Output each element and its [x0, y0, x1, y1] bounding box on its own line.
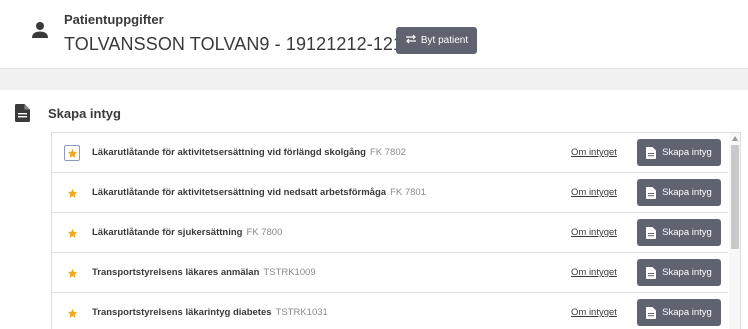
patient-section-title: Patientuppgifter [64, 12, 164, 27]
certificate-code: FK 7802 [369, 147, 406, 158]
create-certificate-button[interactable]: Skapa intyg [637, 179, 721, 206]
scrollbar-thumb[interactable] [731, 145, 739, 249]
favorite-toggle[interactable] [64, 185, 80, 201]
create-certificate-button[interactable]: Skapa intyg [637, 219, 721, 246]
favorite-toggle[interactable] [64, 305, 80, 321]
favorite-toggle[interactable] [64, 265, 80, 281]
person-icon [30, 20, 50, 40]
about-certificate-link[interactable]: Om intyget [571, 307, 617, 318]
about-certificate-link[interactable]: Om intyget [571, 227, 617, 238]
certificate-list: Läkarutlåtande för aktivitetsersättning … [51, 132, 741, 329]
certificate-row: Läkarutlåtande för sjukersättning FK 7800… [52, 213, 728, 253]
favorite-toggle[interactable] [64, 225, 80, 241]
certificate-row: Läkarutlåtande för aktivitetsersättning … [52, 133, 728, 173]
document-icon [15, 104, 30, 122]
certificate-code: FK 7801 [390, 187, 426, 198]
certificate-row: Transportstyrelsens läkares anmälan TSTRK… [52, 253, 728, 293]
document-icon [646, 266, 657, 279]
create-certificate-button[interactable]: Skapa intyg [637, 299, 721, 326]
favorite-toggle[interactable] [64, 145, 80, 161]
switch-patient-button[interactable]: Byt patient [396, 27, 477, 54]
section-title: Skapa intyg [48, 106, 121, 121]
certificate-name: Läkarutlåtande för aktivitetsersättning … [92, 187, 387, 198]
create-certificate-button[interactable]: Skapa intyg [637, 259, 721, 286]
certificate-name: Läkarutlåtande för aktivitetsersättning … [92, 147, 366, 158]
create-certificate-label: Skapa intyg [662, 147, 712, 158]
certificate-name: Läkarutlåtande för sjukersättning [92, 227, 243, 238]
list-scrollbar[interactable] [729, 133, 740, 329]
create-certificate-label: Skapa intyg [662, 187, 712, 198]
certificate-code: FK 7800 [246, 227, 283, 238]
star-icon [67, 308, 77, 318]
create-certificate-section: Skapa intyg Läkarutlåtande för aktivitet… [0, 90, 748, 329]
star-icon [67, 148, 77, 158]
star-icon [67, 188, 77, 198]
about-certificate-link[interactable]: Om intyget [571, 187, 617, 198]
star-icon [67, 228, 77, 238]
create-certificate-label: Skapa intyg [662, 267, 712, 278]
star-icon [67, 268, 77, 278]
about-certificate-link[interactable]: Om intyget [571, 147, 617, 158]
document-icon [646, 226, 657, 239]
document-icon [646, 186, 657, 199]
document-icon [646, 306, 657, 319]
patient-name-and-id: TOLVANSSON TOLVAN9 - 19121212-1212 [64, 34, 414, 54]
patient-header: Patientuppgifter TOLVANSSON TOLVAN9 - 19… [0, 0, 748, 68]
swap-arrows-icon [405, 34, 417, 47]
certificate-code: TSTRK1031 [275, 307, 328, 318]
scroll-up-arrow-icon[interactable] [732, 136, 738, 141]
certificate-row: Transportstyrelsens läkarintyg diabetes T… [52, 293, 728, 329]
create-certificate-label: Skapa intyg [662, 307, 712, 318]
certificate-row: Läkarutlåtande för aktivitetsersättning … [52, 173, 728, 213]
header-divider-band [0, 68, 748, 90]
switch-patient-label: Byt patient [420, 35, 469, 46]
create-certificate-button[interactable]: Skapa intyg [637, 139, 721, 166]
certificate-name: Transportstyrelsens läkares anmälan [92, 267, 260, 278]
about-certificate-link[interactable]: Om intyget [571, 267, 617, 278]
certificate-name: Transportstyrelsens läkarintyg diabetes [92, 307, 272, 318]
document-icon [646, 146, 657, 159]
create-certificate-label: Skapa intyg [662, 227, 712, 238]
certificate-code: TSTRK1009 [263, 267, 316, 278]
